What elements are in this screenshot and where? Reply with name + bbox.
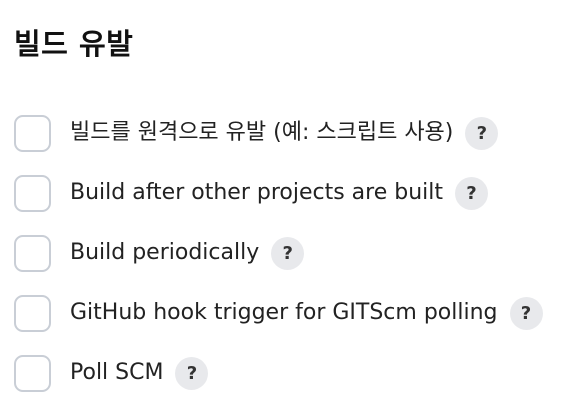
checkbox-github-hook-trigger[interactable] [14,294,51,332]
option-poll-scm: Poll SCM ? [14,354,543,392]
option-label-github-hook-trigger[interactable]: GitHub hook trigger for GITScm polling [70,294,498,332]
help-icon[interactable]: ? [509,296,543,330]
option-label-build-after-other-projects[interactable]: Build after other projects are built [70,174,443,212]
checkbox-poll-scm[interactable] [14,354,51,392]
option-label-build-periodically[interactable]: Build periodically [70,234,259,272]
help-icon[interactable]: ? [271,236,305,270]
checkbox-remote-trigger[interactable] [14,114,51,152]
help-icon[interactable]: ? [175,356,209,390]
help-icon[interactable]: ? [455,176,489,210]
checkbox-build-after-other-projects[interactable] [14,174,51,212]
option-build-periodically: Build periodically ? [14,234,543,272]
section-title: 빌드 유발 [14,27,134,61]
checkbox-build-periodically[interactable] [14,234,51,272]
option-build-after-other-projects: Build after other projects are built ? [14,174,543,212]
option-label-remote-trigger[interactable]: 빌드를 원격으로 유발 (예: 스크립트 사용) [70,114,453,152]
option-label-poll-scm[interactable]: Poll SCM [70,354,163,392]
option-remote-trigger: 빌드를 원격으로 유발 (예: 스크립트 사용) ? [14,114,543,152]
build-trigger-options: 빌드를 원격으로 유발 (예: 스크립트 사용) ? Build after o… [14,114,543,414]
help-icon[interactable]: ? [465,116,499,150]
option-github-hook-trigger: GitHub hook trigger for GITScm polling ? [14,294,543,332]
